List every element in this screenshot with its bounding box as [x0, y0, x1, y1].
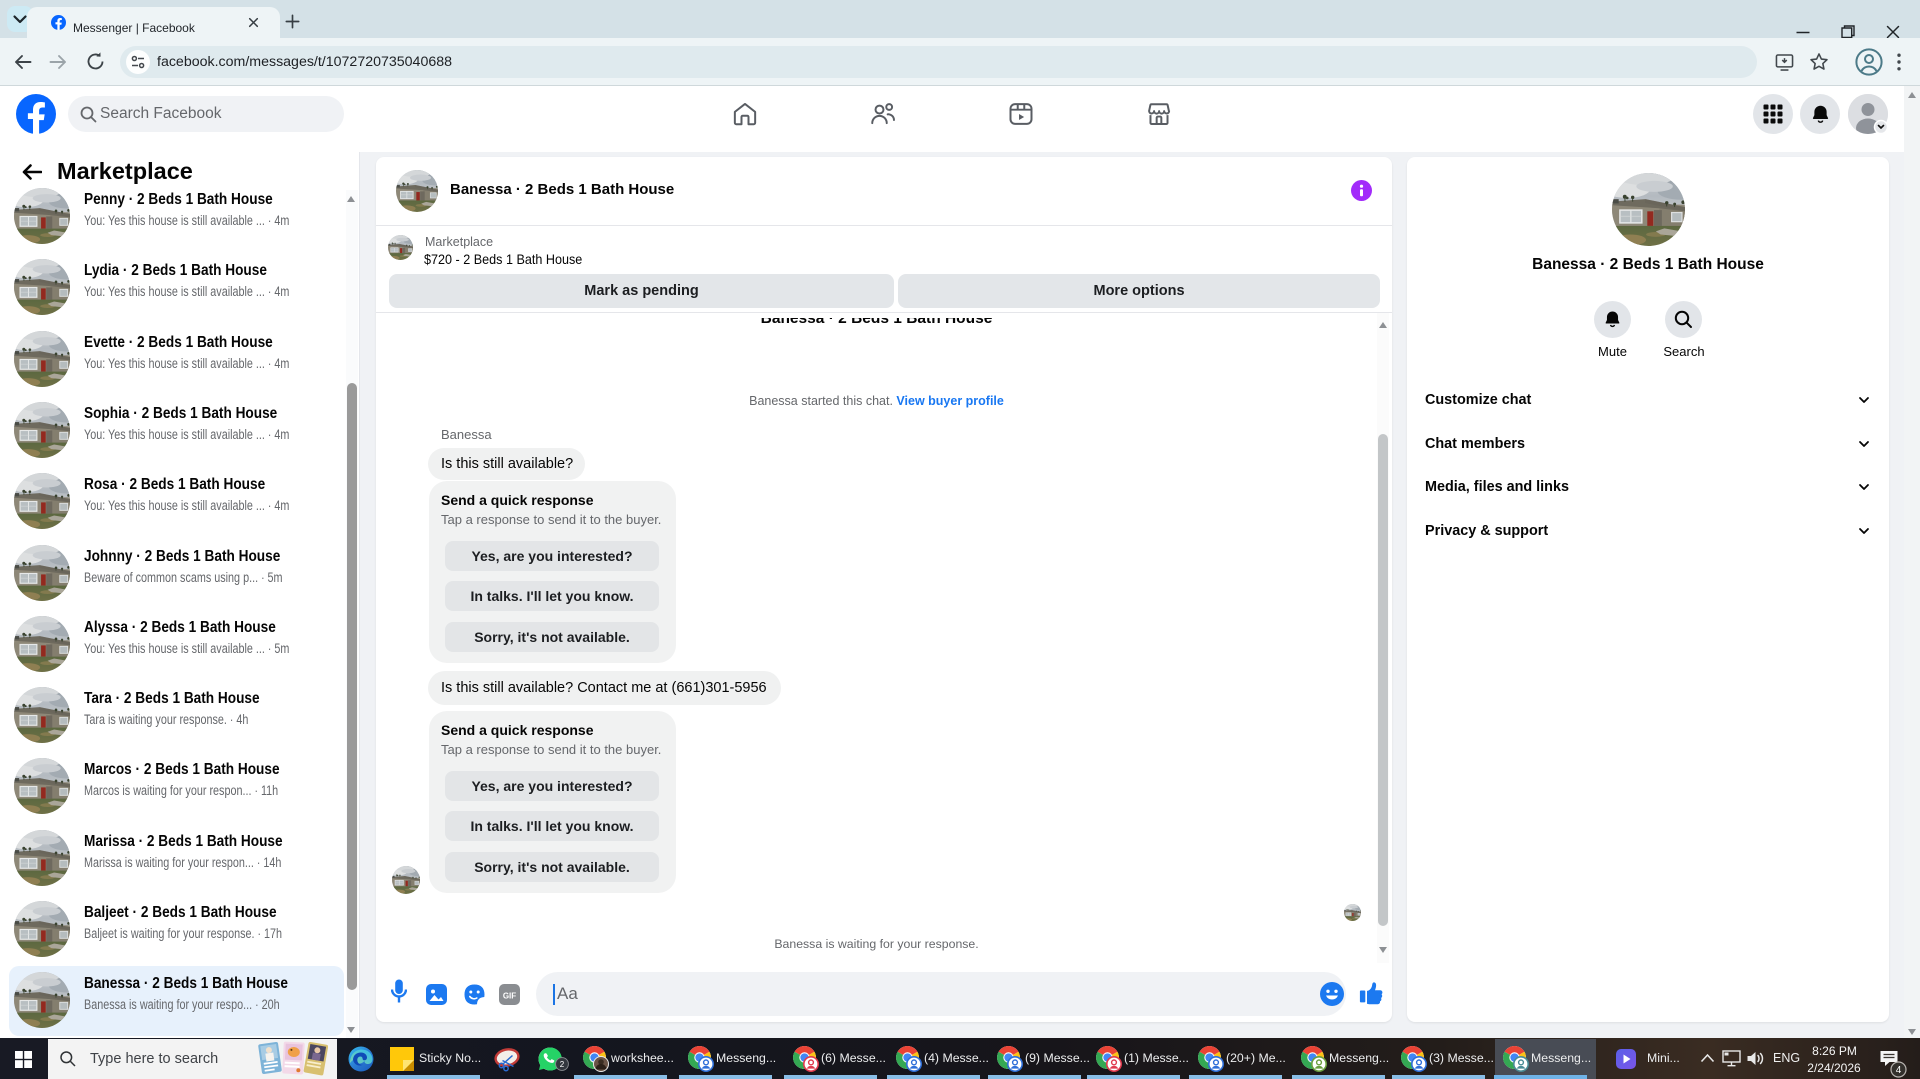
svg-text:2: 2	[560, 1060, 565, 1069]
svg-text:4: 4	[1896, 1065, 1902, 1076]
svg-text:GIF: GIF	[503, 992, 516, 1001]
